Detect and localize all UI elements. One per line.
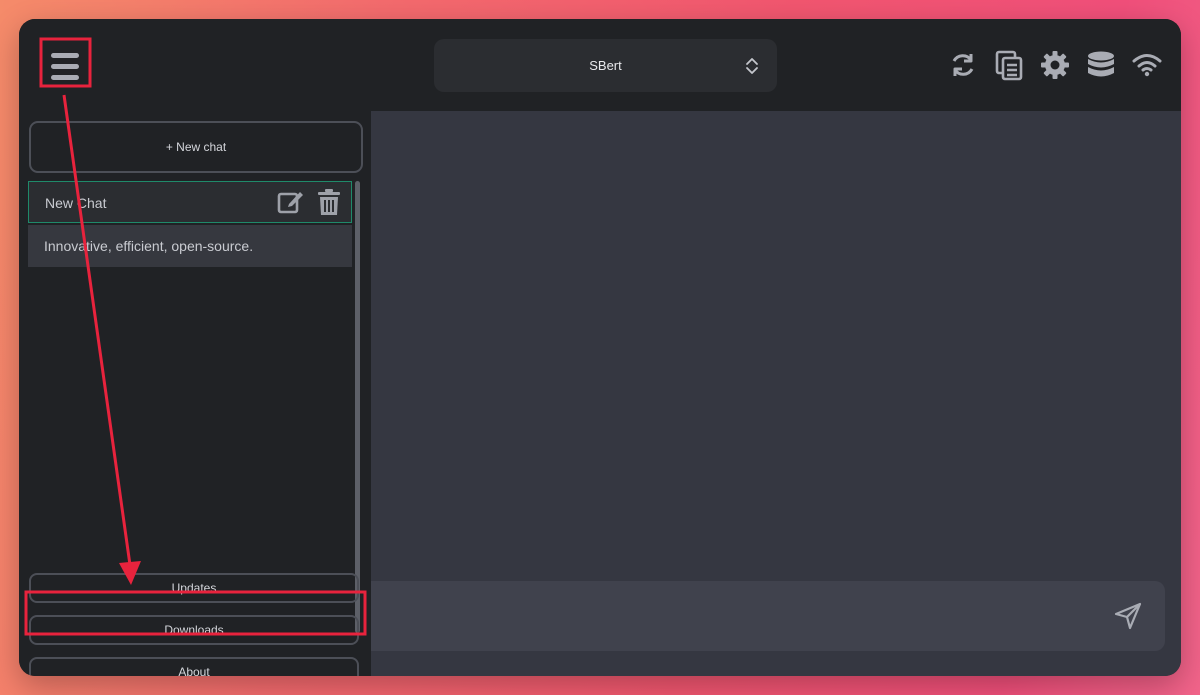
top-action-icons — [947, 49, 1163, 83]
model-select-value: SBert — [589, 58, 622, 73]
message-input[interactable] — [371, 581, 1165, 651]
database-icon[interactable] — [1085, 49, 1117, 81]
trash-icon[interactable] — [315, 188, 343, 216]
refresh-icon[interactable] — [947, 49, 979, 81]
downloads-button[interactable]: Downloads — [29, 615, 359, 645]
app-window: SBert + New chat New Chat Innovative, ef… — [19, 19, 1181, 676]
top-bar: SBert — [19, 19, 1181, 111]
copy-icon[interactable] — [993, 49, 1025, 81]
wifi-icon[interactable] — [1131, 49, 1163, 81]
menu-line — [51, 53, 79, 58]
updates-button[interactable]: Updates — [29, 573, 359, 603]
edit-icon[interactable] — [277, 188, 305, 216]
sidebar-scrollbar[interactable] — [355, 181, 360, 633]
chat-item-title: Innovative, efficient, open-source. — [44, 238, 254, 254]
sidebar: + New chat New Chat Innovative, efficien… — [19, 111, 371, 676]
about-button[interactable]: About — [29, 657, 359, 676]
chat-item[interactable]: Innovative, efficient, open-source. — [28, 225, 352, 267]
up-down-chevron-icon — [746, 58, 758, 74]
chat-item-actions — [277, 188, 343, 216]
chat-item[interactable]: New Chat — [28, 181, 352, 223]
chat-item-title: New Chat — [45, 195, 107, 211]
settings-gear-icon[interactable] — [1039, 49, 1071, 81]
new-chat-button[interactable]: + New chat — [29, 121, 363, 173]
chat-main-area — [371, 111, 1181, 676]
chat-list: New Chat Innovative, efficient, open-sou… — [28, 181, 352, 269]
hamburger-menu-icon[interactable] — [45, 49, 85, 85]
send-icon[interactable] — [1113, 601, 1143, 631]
menu-line — [51, 64, 79, 69]
model-select[interactable]: SBert — [434, 39, 777, 92]
menu-line — [51, 75, 79, 80]
